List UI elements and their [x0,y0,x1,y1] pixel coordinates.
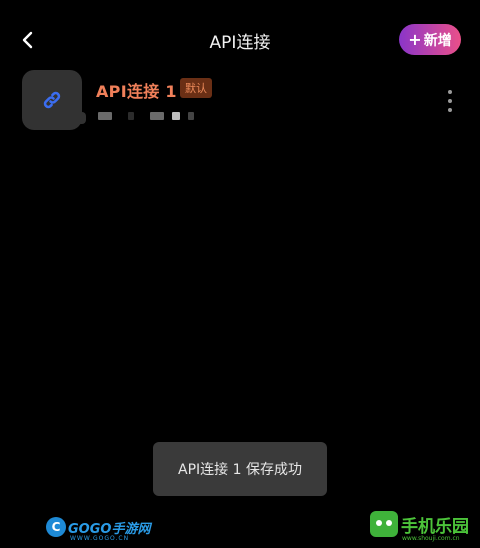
avatar-notch [78,112,86,124]
toast-message: API连接 1 保存成功 [153,442,327,496]
dot-icon [448,90,452,94]
dot-icon [448,99,452,103]
masked-detail [188,112,194,120]
masked-detail [98,112,112,120]
connection-item[interactable]: API连接 1 [0,68,480,134]
watermark-url: WWW.GOGO.CN [70,535,130,542]
shouji-logo-icon [370,511,398,537]
watermark-gogo: C GOGO手游网 WWW.GOGO.CN [46,514,151,542]
connection-name: API连接 1 [96,82,177,101]
plus-icon: + [408,29,422,49]
more-options-button[interactable] [444,90,456,112]
add-connection-button[interactable]: + 新增 [399,24,461,55]
connection-avatar [22,70,86,130]
watermark-text: 手机乐园 [401,516,469,537]
watermark-text: GOGO手游网 [68,521,151,537]
watermark-url: www.shouji.com.cn [402,535,460,542]
masked-detail [128,112,134,120]
dot-icon [448,108,452,112]
gogo-logo-icon: C [46,517,66,537]
add-button-label: 新增 [423,32,452,49]
masked-detail [172,112,180,120]
masked-detail [150,112,164,120]
watermark-shouji: 手机乐园 www.shouji.com.cn [370,508,469,542]
default-badge: 默认 [180,78,212,98]
link-icon [43,91,61,109]
